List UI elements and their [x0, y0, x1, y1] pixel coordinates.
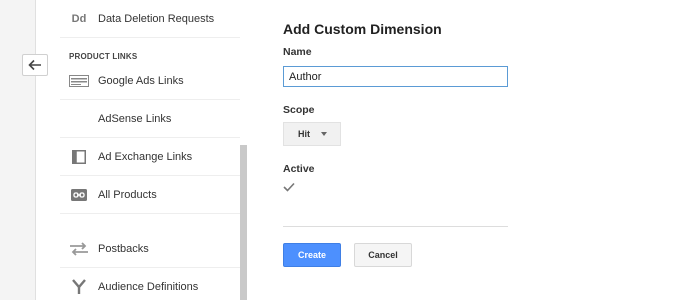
- sidebar-item-adsense-links[interactable]: AdSense Links: [60, 100, 240, 138]
- link-icon: [68, 187, 90, 203]
- sidebar-item-label: Ad Exchange Links: [98, 150, 193, 163]
- form-divider: [283, 226, 508, 227]
- sidebar-item-ad-exchange-links[interactable]: Ad Exchange Links: [60, 138, 240, 176]
- admin-sidebar: Dd Data Deletion Requests PRODUCT LINKS …: [60, 0, 240, 300]
- dd-icon: Dd: [71, 12, 87, 25]
- chevron-down-icon: [321, 132, 327, 136]
- create-button[interactable]: Create: [283, 243, 341, 267]
- active-label: Active: [283, 163, 315, 175]
- sidebar-item-label: AdSense Links: [98, 112, 172, 125]
- scrollbar-thumb[interactable]: [240, 145, 247, 300]
- sidebar-item-all-products[interactable]: All Products: [60, 176, 240, 214]
- cancel-button[interactable]: Cancel: [354, 243, 412, 267]
- active-checkbox[interactable]: [283, 181, 295, 193]
- scope-select-value: Hit: [298, 129, 310, 139]
- admin-page: Dd Data Deletion Requests PRODUCT LINKS …: [0, 0, 680, 300]
- checkmark-icon: [283, 182, 295, 192]
- sidebar-item-label: Data Deletion Requests: [98, 12, 215, 25]
- sidebar-item-label: All Products: [98, 188, 157, 201]
- name-input[interactable]: [283, 66, 508, 87]
- sidebar-item-google-ads-links[interactable]: Google Ads Links: [60, 62, 240, 100]
- ad-exchange-icon: [68, 149, 90, 165]
- left-gutter: [0, 0, 36, 300]
- scope-select[interactable]: Hit: [283, 122, 341, 146]
- scope-label: Scope: [283, 104, 315, 116]
- custom-dimension-form: Add Custom Dimension Name Scope Hit Acti…: [283, 0, 543, 300]
- sidebar-item-label: Google Ads Links: [98, 74, 184, 87]
- page-title: Add Custom Dimension: [283, 21, 442, 37]
- back-button[interactable]: [22, 54, 48, 76]
- ads-icon: [68, 73, 90, 89]
- postbacks-icon: [68, 241, 90, 257]
- sidebar-item-postbacks[interactable]: Postbacks: [60, 230, 240, 268]
- sidebar-item-label: Postbacks: [98, 242, 149, 255]
- sidebar-item-label: Audience Definitions: [98, 281, 199, 293]
- section-header-product-links: PRODUCT LINKS: [69, 52, 138, 61]
- audience-icon: [68, 279, 90, 295]
- name-label: Name: [283, 46, 312, 58]
- sidebar-item-audience-definitions[interactable]: Audience Definitions: [60, 268, 240, 300]
- sidebar-item-data-deletion-requests[interactable]: Dd Data Deletion Requests: [60, 0, 240, 38]
- arrow-left-icon: [28, 59, 41, 71]
